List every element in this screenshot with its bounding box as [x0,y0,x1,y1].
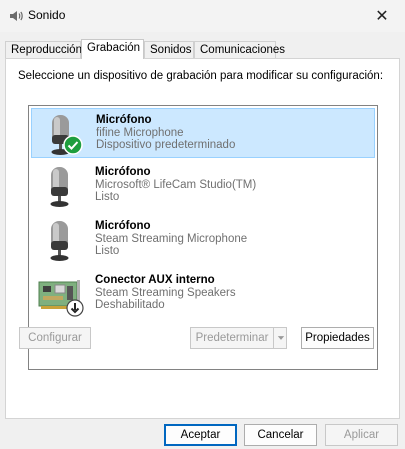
window-title: Sonido [28,8,66,22]
close-icon: ✕ [375,8,389,25]
device-row[interactable]: Micrófono Steam Streaming Microphone Lis… [31,215,375,265]
device-status: Listo [95,245,120,257]
device-text: Conector AUX interno Steam Streaming Spe… [95,274,236,312]
device-row[interactable]: Micrófono fifine Microphone Dispositivo … [31,108,375,158]
device-name: Micrófono [95,166,151,178]
device-name: Micrófono [95,220,151,232]
tab-reproduccion[interactable]: Reproducción [5,41,82,58]
device-row[interactable]: Conector AUX interno Steam Streaming Spe… [31,269,375,319]
tab-comunicaciones[interactable]: Comunicaciones [194,41,285,58]
close-button[interactable]: ✕ [359,0,405,32]
recording-panel: Seleccione un dispositivo de grabación p… [5,58,400,419]
device-status: Deshabilitado [95,299,165,311]
microphone-icon [50,167,69,207]
device-row[interactable]: Micrófono Microsoft® LifeCam Studio(TM) … [31,161,375,211]
chevron-down-icon [277,336,285,340]
device-status: Listo [95,191,120,203]
instruction-text: Seleccione un dispositivo de grabación p… [18,70,384,82]
device-status: Dispositivo predeterminado [96,139,236,151]
set-default-dropdown[interactable] [273,327,287,349]
device-model: fifine Microphone [96,126,184,139]
device-model: Steam Streaming Speakers [95,286,236,299]
title-bar: Sonido ✕ [0,0,405,32]
speaker-icon [10,11,23,21]
device-text: Micrófono Microsoft® LifeCam Studio(TM) … [95,166,256,204]
device-model: Steam Streaming Microphone [95,232,248,245]
tab-grabacion[interactable]: Grabación [81,39,144,59]
ok-button[interactable]: Aceptar [164,424,237,446]
device-name: Micrófono [96,114,152,126]
device-name: Conector AUX interno [95,274,215,286]
configure-button[interactable]: Configurar [19,327,91,349]
device-text: Micrófono Steam Streaming Microphone Lis… [95,220,247,258]
device-model: Microsoft® LifeCam Studio(TM) [95,178,257,191]
cancel-button[interactable]: Cancelar [244,424,317,446]
tab-sonidos[interactable]: Sonidos [144,41,194,58]
device-text: Micrófono fifine Microphone Dispositivo … [96,114,235,152]
apply-button[interactable]: Aplicar [325,424,398,446]
check-badge-icon [63,135,83,155]
set-default-button[interactable]: Predeterminar [190,327,274,349]
disabled-badge-icon [66,299,84,317]
properties-button[interactable]: Propiedades [301,327,374,349]
microphone-icon [50,221,69,261]
